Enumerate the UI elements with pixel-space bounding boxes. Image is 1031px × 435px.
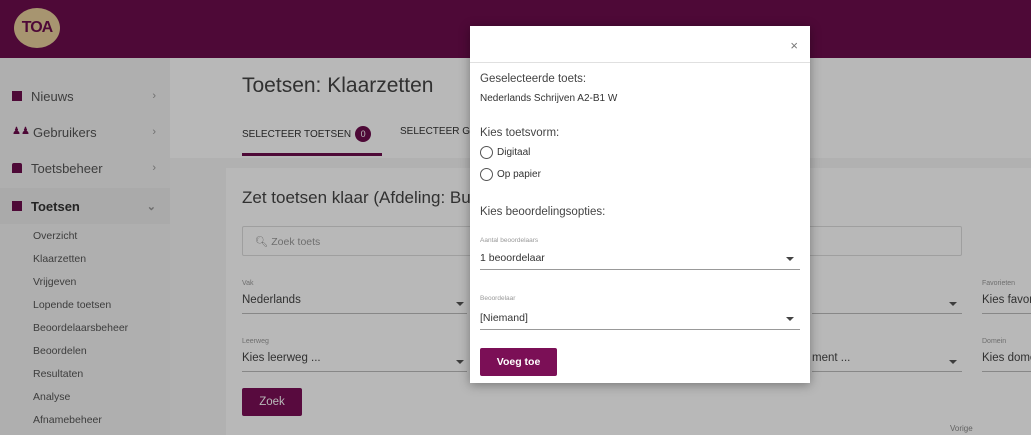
add-test-modal: × Geselecteerde toets: Nederlands Schrij… xyxy=(470,26,810,383)
radio-label: Digitaal xyxy=(497,147,531,158)
beoordelaar-select[interactable]: [Niemand] xyxy=(480,308,800,330)
modal-divider xyxy=(470,62,810,63)
select-value: 1 beoordelaar xyxy=(480,252,545,264)
voeg-toe-button[interactable]: Voeg toe xyxy=(480,348,557,376)
beoordelaar-label: Beoordelaar xyxy=(480,295,516,302)
radio-button[interactable] xyxy=(480,146,493,159)
aantal-beoordelaars-label: Aantal beoordelaars xyxy=(480,237,539,244)
select-value: [Niemand] xyxy=(480,312,528,324)
assessment-options-heading: Kies beoordelingsopties: xyxy=(480,206,606,218)
aantal-beoordelaars-select[interactable]: 1 beoordelaar xyxy=(480,248,800,270)
radio-label: Op papier xyxy=(497,169,541,180)
radio-op-papier[interactable]: Op papier xyxy=(480,168,541,181)
selected-test-heading: Geselecteerde toets: xyxy=(480,73,587,85)
radio-digitaal[interactable]: Digitaal xyxy=(480,146,530,159)
test-form-heading: Kies toetsvorm: xyxy=(480,127,560,139)
chevron-down-icon xyxy=(786,257,794,261)
radio-button[interactable] xyxy=(480,168,493,181)
chevron-down-icon xyxy=(786,317,794,321)
selected-test-name: Nederlands Schrijven A2-B1 W xyxy=(480,93,618,104)
close-icon[interactable]: × xyxy=(790,38,798,53)
